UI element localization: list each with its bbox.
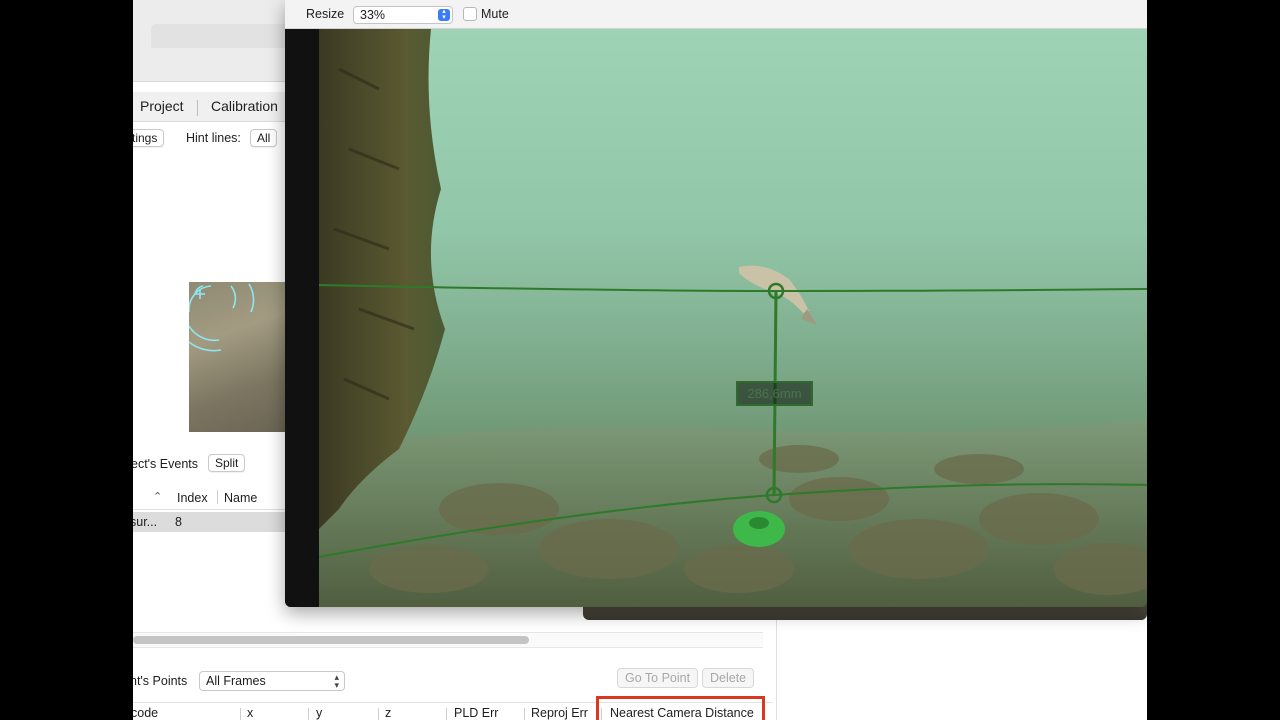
column-separator bbox=[378, 708, 379, 720]
table-row[interactable]: sur... 8 bbox=[133, 512, 293, 532]
column-index[interactable]: Index bbox=[177, 491, 208, 505]
column-y[interactable]: y bbox=[316, 706, 322, 720]
right-letterbox bbox=[1147, 0, 1280, 720]
frames-select[interactable]: All Frames ▴ ▾ bbox=[199, 671, 345, 691]
mute-checkbox[interactable] bbox=[463, 7, 477, 21]
measurement-label: 286,6mm bbox=[736, 381, 813, 406]
horizontal-scrollbar-thumb[interactable] bbox=[133, 636, 529, 644]
select-chevron-icon: ▴ ▾ bbox=[334, 672, 339, 690]
row-name-cell: sur... bbox=[133, 515, 158, 529]
column-separator bbox=[308, 708, 309, 720]
column-pld-err[interactable]: PLD Err bbox=[454, 706, 498, 720]
hint-lines-all-button[interactable]: All bbox=[250, 129, 278, 147]
mute-label[interactable]: Mute bbox=[481, 7, 509, 21]
video-window: Resize 33% ▴ ▾ Mute 286,6mm bbox=[285, 0, 1147, 607]
column-separator bbox=[446, 708, 447, 720]
column-reproj-err[interactable]: Reproj Err bbox=[531, 706, 588, 720]
column-code[interactable]: code bbox=[133, 706, 158, 720]
underwater-video-frame[interactable]: 286,6mm bbox=[319, 29, 1147, 607]
column-separator bbox=[240, 708, 241, 720]
column-z[interactable]: z bbox=[385, 706, 391, 720]
settings-button[interactable]: tings bbox=[133, 129, 165, 147]
video-toolbar: Resize 33% ▴ ▾ Mute bbox=[285, 0, 1147, 29]
measure-line-top bbox=[319, 284, 1147, 293]
events-label: ect's Events bbox=[133, 457, 198, 471]
delete-button[interactable]: Delete bbox=[702, 668, 755, 688]
video-left-border bbox=[285, 29, 319, 607]
tab-separator bbox=[197, 100, 198, 116]
points-label: nt's Points bbox=[133, 674, 188, 688]
image-thumbnail[interactable] bbox=[189, 282, 285, 432]
row-index-cell: 8 bbox=[175, 515, 182, 529]
video-scene-graphics bbox=[319, 29, 1147, 607]
annotation-highlight-box bbox=[596, 696, 765, 720]
tab-project[interactable]: Project bbox=[140, 98, 184, 114]
column-separator bbox=[217, 490, 218, 504]
stepper-chevron-icon: ▴ ▾ bbox=[438, 8, 450, 21]
resize-label: Resize bbox=[306, 7, 345, 21]
column-separator bbox=[524, 708, 525, 720]
column-name[interactable]: Name bbox=[224, 491, 257, 505]
column-x[interactable]: x bbox=[247, 706, 253, 720]
go-to-point-button[interactable]: Go To Point bbox=[617, 668, 699, 688]
fish bbox=[739, 265, 817, 325]
frames-select-value: All Frames bbox=[206, 674, 266, 688]
tab-calibration[interactable]: Calibration bbox=[211, 98, 278, 114]
background-window-tab[interactable] bbox=[151, 24, 291, 48]
zoom-value: 33% bbox=[360, 8, 386, 22]
hint-lines-label: Hint lines: bbox=[186, 131, 241, 145]
reticle-overlay-icon bbox=[189, 283, 255, 352]
zoom-select[interactable]: 33% ▴ ▾ bbox=[353, 6, 453, 24]
split-button[interactable]: Split bbox=[208, 454, 246, 472]
sort-ascending-icon[interactable]: ⌃ bbox=[153, 490, 162, 503]
left-letterbox bbox=[0, 0, 133, 720]
pane-divider[interactable] bbox=[776, 620, 777, 720]
